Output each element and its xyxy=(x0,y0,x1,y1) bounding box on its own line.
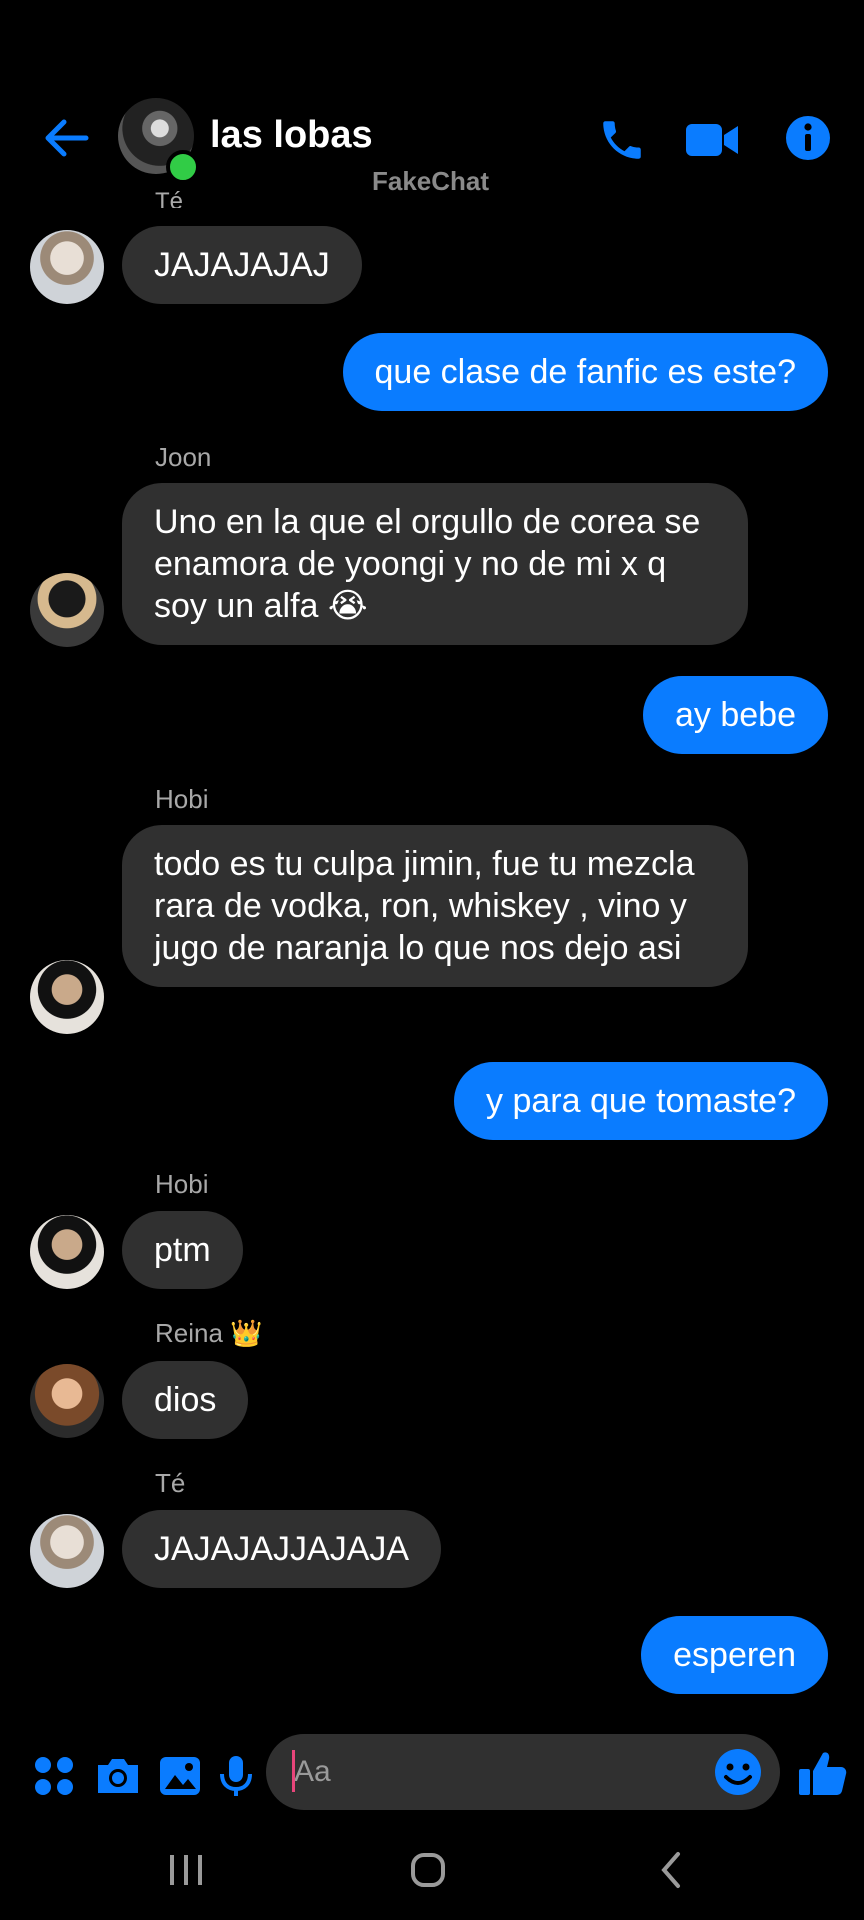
arrow-left-icon[interactable] xyxy=(38,110,94,166)
message-bubble[interactable]: ay bebe xyxy=(643,676,828,754)
sender-name: Té xyxy=(155,1468,186,1498)
sender-name: Reina 👑 xyxy=(155,1318,263,1348)
avatar[interactable] xyxy=(30,1514,104,1588)
chat-title[interactable]: las lobas xyxy=(210,114,373,157)
back-chevron-icon[interactable] xyxy=(636,1840,706,1900)
emoji-icon[interactable] xyxy=(712,1746,764,1798)
video-camera-icon[interactable] xyxy=(684,112,740,168)
message-bubble[interactable]: y para que tomaste? xyxy=(454,1062,828,1140)
message-bubble[interactable]: dios xyxy=(122,1361,249,1439)
chat-header: las lobas FakeChat Té xyxy=(0,0,864,208)
thumbs-up-icon[interactable] xyxy=(796,1746,850,1800)
message-bubble[interactable]: todo es tu culpa jimin, fue tu mezcla ra… xyxy=(122,825,748,987)
camera-icon[interactable] xyxy=(94,1752,142,1800)
sender-name: Hobi xyxy=(155,784,209,814)
avatar[interactable] xyxy=(30,1364,104,1438)
sender-name: Té xyxy=(155,188,184,208)
online-status-dot xyxy=(166,150,200,184)
message-bubble[interactable]: Uno en la que el orgullo de corea se ena… xyxy=(122,483,748,645)
message-bubble[interactable]: JAJAJAJJAJAJA xyxy=(122,1510,442,1588)
text-caret xyxy=(292,1750,295,1792)
sender-name: Hobi xyxy=(155,1169,209,1199)
avatar[interactable] xyxy=(30,960,104,1034)
recents-icon[interactable] xyxy=(151,1840,221,1900)
message-bubble[interactable]: esperen xyxy=(641,1616,828,1694)
message-bubble[interactable]: JAJAJAJAJ xyxy=(122,226,362,304)
home-icon[interactable] xyxy=(393,1840,463,1900)
message-input[interactable] xyxy=(266,1734,780,1810)
message-bubble[interactable]: ptm xyxy=(122,1211,243,1289)
microphone-icon[interactable] xyxy=(212,1752,260,1800)
message-bubble[interactable]: que clase de fanfic es este? xyxy=(342,333,828,411)
sender-name: Joon xyxy=(155,442,212,472)
fakechat-watermark: FakeChat xyxy=(372,166,490,196)
avatar[interactable] xyxy=(30,1215,104,1289)
avatar[interactable] xyxy=(30,573,104,647)
avatar[interactable] xyxy=(30,230,104,304)
info-icon[interactable] xyxy=(780,110,836,166)
menu-dots-icon[interactable] xyxy=(30,1752,78,1800)
gallery-icon[interactable] xyxy=(156,1752,204,1800)
phone-icon[interactable] xyxy=(594,112,650,168)
